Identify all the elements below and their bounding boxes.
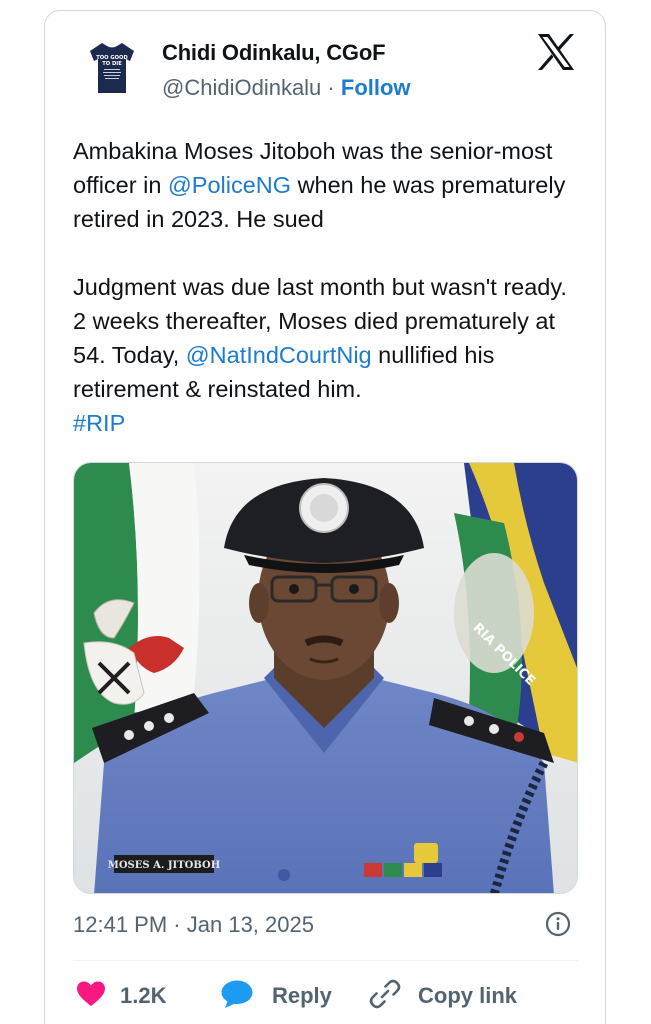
tweet-time: 12:41 PM (73, 912, 168, 937)
copy-link-label: Copy link (418, 983, 518, 1008)
tweet-timestamp[interactable]: 12:41 PM · Jan 13, 2025 (73, 912, 314, 938)
tweet-media-photo[interactable]: RIA POLICE MOSES A. JITOBOH (73, 462, 578, 894)
copy-link-button[interactable]: Copy link (368, 978, 517, 1014)
author-name[interactable]: Chidi Odinkalu, CGoF (162, 40, 386, 66)
tweet-date: Jan 13, 2025 (186, 912, 314, 937)
divider (73, 960, 578, 961)
reply-button[interactable]: Reply (220, 978, 332, 1014)
like-count: 1.2K (120, 983, 167, 1008)
name-tag-text: MOSES A. JITOBOH (108, 860, 220, 871)
author-avatar[interactable]: TOO GOOD TO DIE (80, 33, 144, 97)
follow-button[interactable]: Follow (341, 75, 411, 100)
tweet-text: Ambakina Moses Jitoboh was the senior-mo… (73, 134, 573, 440)
avatar-shirt-text-mid: TO DIE (102, 61, 122, 67)
timestamp-separator: · (173, 912, 181, 937)
reply-label: Reply (272, 983, 332, 1008)
mention-natindcourtnig[interactable]: @NatIndCourtNig (186, 342, 372, 368)
reply-bubble-icon (220, 979, 254, 1014)
tweet-paragraph-2: Judgment was due last month but wasn't r… (73, 270, 573, 440)
like-button[interactable]: 1.2K (76, 978, 166, 1014)
x-logo-icon[interactable] (536, 32, 576, 72)
link-chain-icon (368, 977, 402, 1016)
meta-separator: · (327, 75, 335, 100)
tweet-paragraph-1: Ambakina Moses Jitoboh was the senior-mo… (73, 134, 573, 236)
author-meta: @ChidiOdinkalu · Follow (162, 75, 411, 101)
author-handle[interactable]: @ChidiOdinkalu (162, 75, 321, 100)
hashtag-rip[interactable]: #RIP (73, 410, 125, 436)
info-icon[interactable] (545, 911, 571, 937)
heart-icon (76, 980, 106, 1013)
mention-policeng[interactable]: @PoliceNG (168, 172, 291, 198)
